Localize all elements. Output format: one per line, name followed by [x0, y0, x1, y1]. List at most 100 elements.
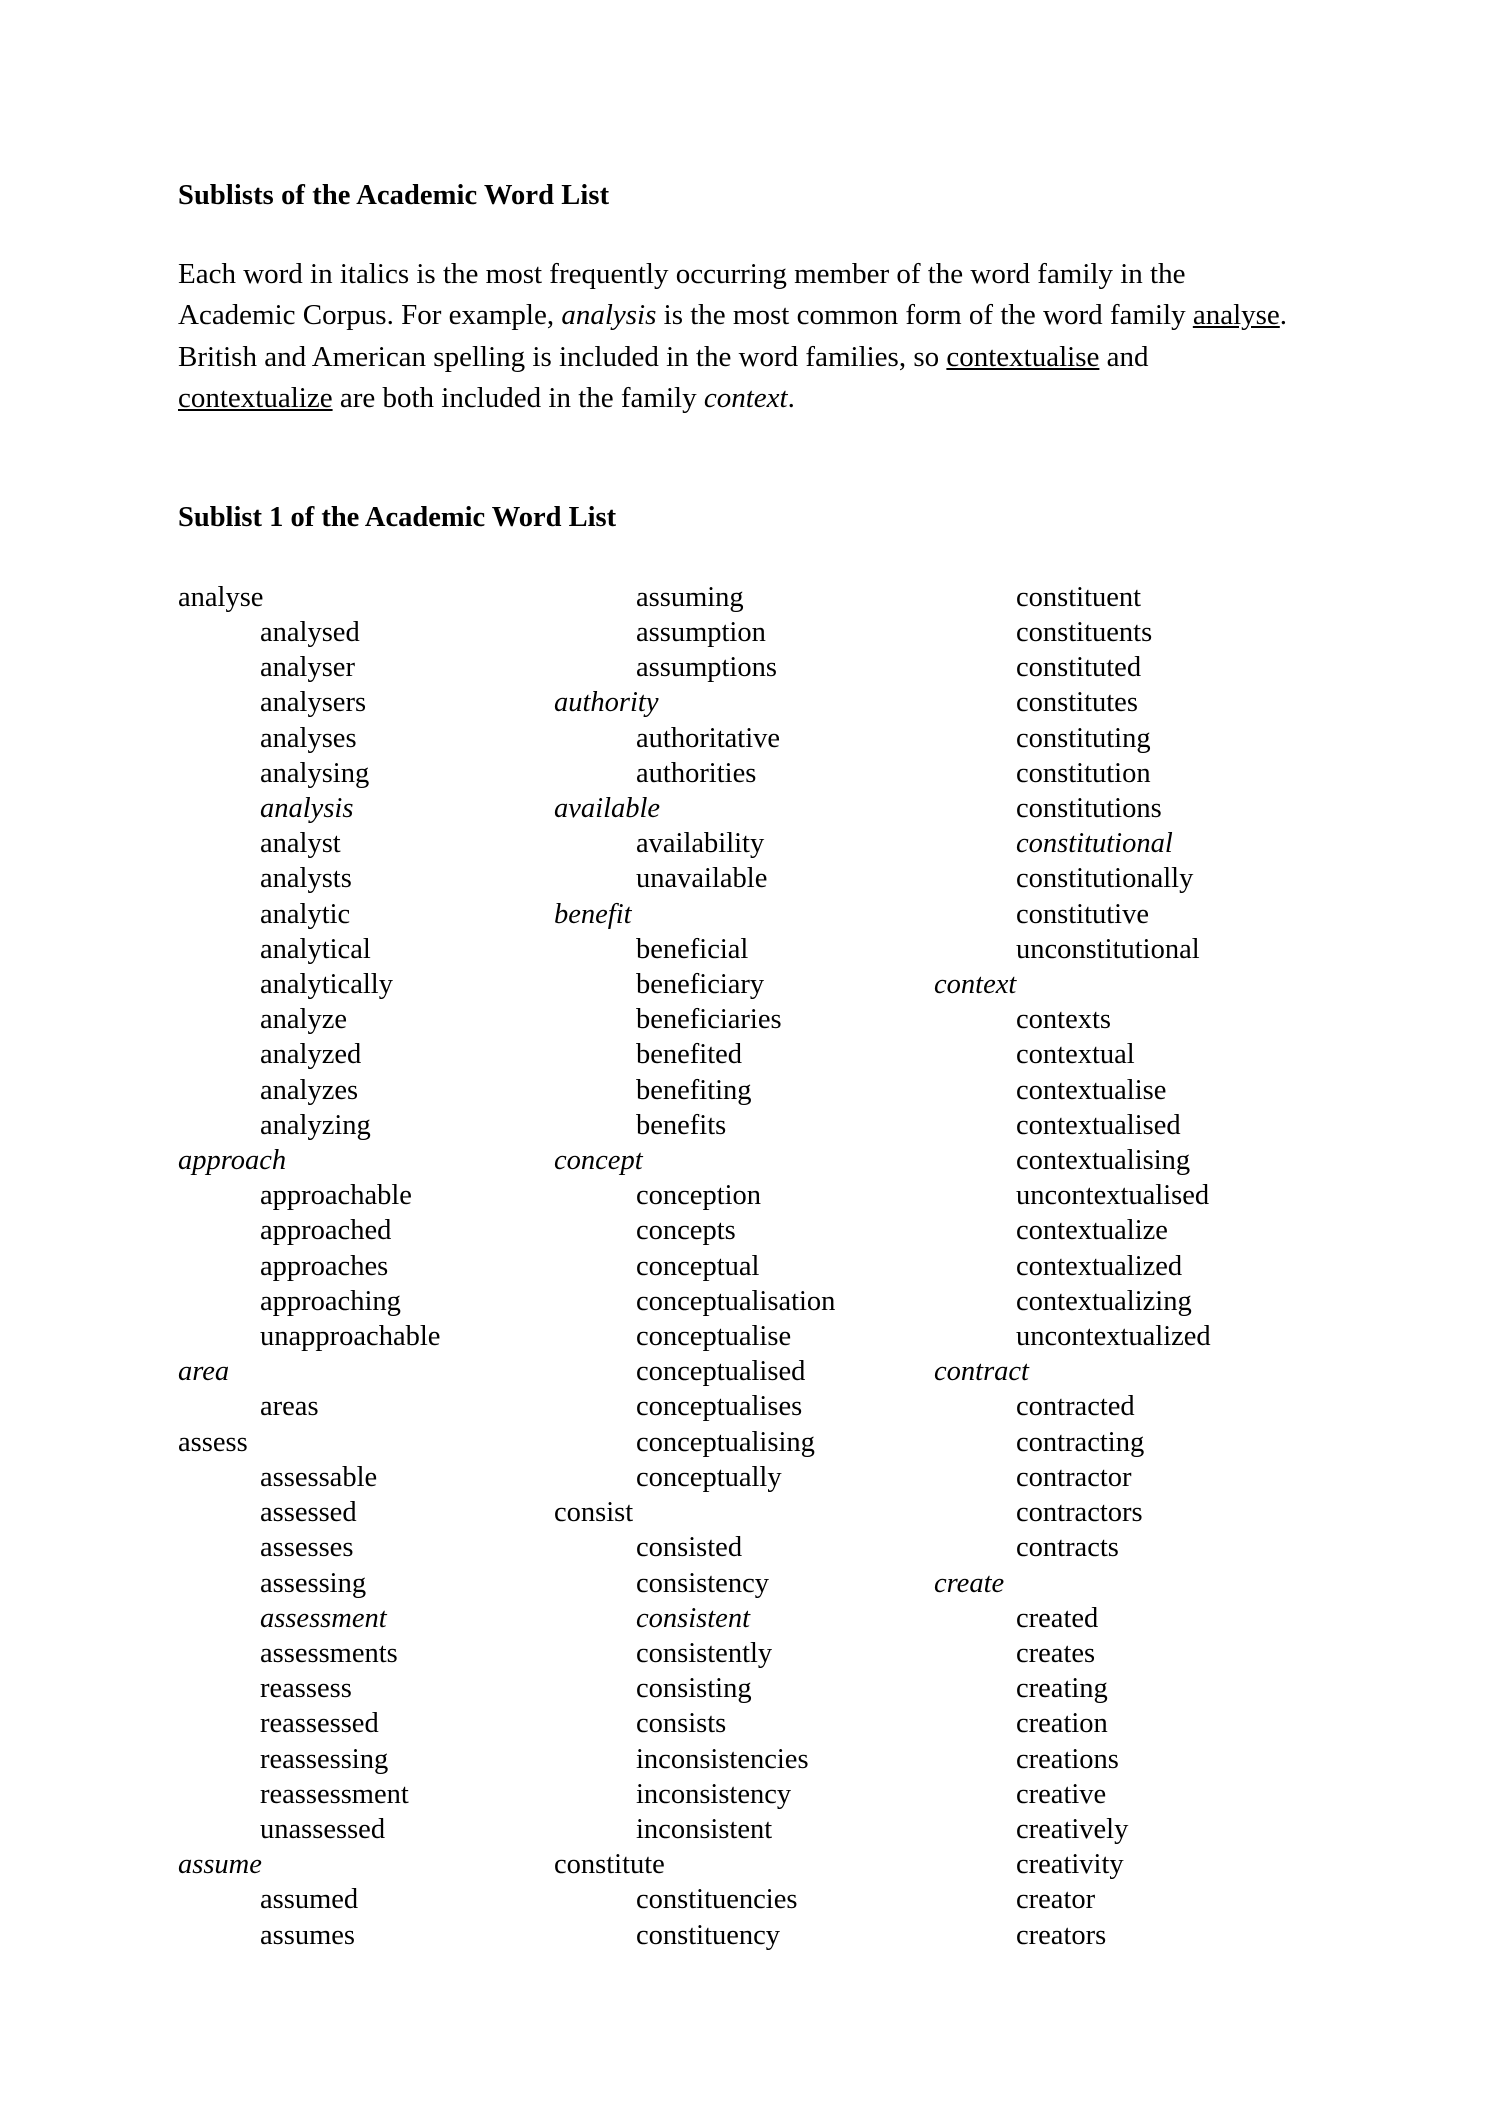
- word-family-headword: concept: [554, 1145, 643, 1177]
- word-family-member: contractors: [1016, 1497, 1143, 1529]
- word-family-member: analysts: [260, 863, 352, 895]
- word-family-member: contracting: [1016, 1426, 1145, 1458]
- word-family-member: assumes: [260, 1919, 355, 1951]
- page-title: Sublists of the Academic Word List: [178, 180, 610, 211]
- word-family-member: assumptions: [636, 652, 777, 684]
- document-page: Sublists of the Academic Word List Each …: [0, 0, 1500, 2122]
- word-column-3: constituent constituents constituted consti…: [934, 580, 1302, 1953]
- word-family-member: uncontextualised: [1016, 1180, 1210, 1212]
- word-family-member: areas: [260, 1391, 319, 1423]
- intro-text-part-2: is the most common form of the word fami…: [656, 299, 1193, 332]
- word-family-member: benefiting: [636, 1074, 752, 1106]
- word-family-member: analysers: [260, 687, 367, 719]
- word-family-member: contextualized: [1016, 1250, 1183, 1282]
- word-family-member: conceptualises: [636, 1391, 803, 1423]
- word-family-member: analyses: [260, 722, 357, 754]
- word-family-member: constitutional: [1016, 828, 1173, 860]
- sublist-heading: Sublist 1 of the Academic Word List: [178, 501, 617, 533]
- word-family-member: constituting: [1016, 722, 1151, 754]
- word-family-member: analytical: [260, 933, 371, 965]
- word-family-headword: benefit: [554, 898, 632, 930]
- word-family-member: inconsistent: [636, 1813, 773, 1845]
- intro-underline-contextualize: contextualize: [178, 382, 333, 415]
- word-family-member: contextualised: [1016, 1109, 1181, 1141]
- intro-underline-analyse: analyse: [1192, 299, 1280, 332]
- word-family-member: analyser: [260, 652, 355, 684]
- word-list-columns: analyse analysed analyser analysers analyses…: [178, 580, 1338, 1953]
- word-family-headword: area: [178, 1356, 230, 1388]
- word-family-member: benefits: [636, 1109, 727, 1141]
- word-family-member: consisted: [636, 1532, 743, 1564]
- word-family-member: approachable: [260, 1180, 412, 1212]
- intro-italic-context: context: [703, 382, 788, 415]
- word-family-member: conceptualised: [636, 1356, 806, 1388]
- word-family-member: contextualising: [1016, 1145, 1191, 1177]
- word-family-headword: assume: [178, 1849, 262, 1881]
- word-family-member: beneficiary: [636, 969, 765, 1001]
- word-family-member: unavailable: [636, 863, 768, 895]
- word-family-member: consistent: [636, 1602, 750, 1634]
- word-family-member: analysed: [260, 617, 360, 649]
- word-column-2: assuming assumption assumptions authority au…: [554, 580, 922, 1953]
- word-family-headword: authority: [554, 687, 659, 719]
- word-family-member: conceptualise: [636, 1321, 792, 1353]
- word-family-member: conceptually: [636, 1461, 782, 1493]
- word-family-member: contextualise: [1016, 1074, 1167, 1106]
- word-family-member: benefited: [636, 1039, 743, 1071]
- word-family-member: analysis: [260, 793, 354, 825]
- word-family-member: assessable: [260, 1461, 378, 1493]
- word-family-member: constitution: [1016, 757, 1151, 789]
- word-family-member: creates: [1016, 1637, 1096, 1669]
- word-family-member: analytic: [260, 898, 351, 930]
- word-family-member: assesses: [260, 1532, 354, 1564]
- document-content: Sublists of the Academic Word List Each …: [178, 178, 1338, 1953]
- intro-underline-contextualise: contextualise: [946, 340, 1100, 373]
- word-family-member: consists: [636, 1708, 727, 1740]
- word-family-member: conception: [636, 1180, 762, 1212]
- word-family-member: consistency: [636, 1567, 769, 1599]
- word-family-member: creations: [1016, 1743, 1119, 1775]
- word-family-member: assumption: [636, 617, 766, 649]
- word-family-member: constitutive: [1016, 898, 1149, 930]
- word-family-member: constituency: [636, 1919, 781, 1951]
- word-family-member: constituent: [1016, 581, 1142, 613]
- word-family-member: beneficial: [636, 933, 749, 965]
- word-family-member: unassessed: [260, 1813, 386, 1845]
- word-family-member: unapproachable: [260, 1321, 441, 1353]
- word-family-member: inconsistency: [636, 1778, 792, 1810]
- word-family-member: assessing: [260, 1567, 367, 1599]
- word-family-member: approached: [260, 1215, 392, 1247]
- word-family-member: assessed: [260, 1497, 357, 1529]
- word-family-member: concepts: [636, 1215, 736, 1247]
- word-family-headword: context: [934, 969, 1017, 1001]
- word-family-member: approaching: [260, 1285, 401, 1317]
- word-family-member: analyzes: [260, 1074, 359, 1106]
- word-family-headword: constitute: [554, 1849, 665, 1881]
- word-family-headword: consist: [554, 1497, 634, 1529]
- word-family-member: creator: [1016, 1884, 1096, 1916]
- word-family-member: inconsistencies: [636, 1743, 809, 1775]
- word-family-member: constitutes: [1016, 687, 1138, 719]
- word-family-member: authoritative: [636, 722, 781, 754]
- word-family-member: creators: [1016, 1919, 1107, 1951]
- word-family-headword: analyse: [178, 581, 264, 613]
- word-family-member: constitutionally: [1016, 863, 1194, 895]
- intro-paragraph: Each word in italics is the most frequen…: [178, 254, 1293, 420]
- word-family-member: availability: [636, 828, 765, 860]
- word-family-headword: assess: [178, 1426, 248, 1458]
- word-family-member: assessment: [260, 1602, 387, 1634]
- word-family-member: conceptualisation: [636, 1285, 836, 1317]
- intro-text-part-5: are both included in the family: [332, 382, 704, 415]
- intro-text-part-4: and: [1099, 340, 1149, 373]
- word-family-member: contracted: [1016, 1391, 1135, 1423]
- word-family-member: contexts: [1016, 1004, 1111, 1036]
- word-family-member: constitutions: [1016, 793, 1162, 825]
- word-family-member: analytically: [260, 969, 393, 1001]
- word-family-member: analysing: [260, 757, 370, 789]
- word-family-member: assessments: [260, 1637, 398, 1669]
- word-family-member: reassess: [260, 1673, 352, 1705]
- word-family-member: contractor: [1016, 1461, 1132, 1493]
- word-family-member: contextualizing: [1016, 1285, 1192, 1317]
- word-family-member: creativity: [1016, 1849, 1124, 1881]
- word-family-member: constituencies: [636, 1884, 798, 1916]
